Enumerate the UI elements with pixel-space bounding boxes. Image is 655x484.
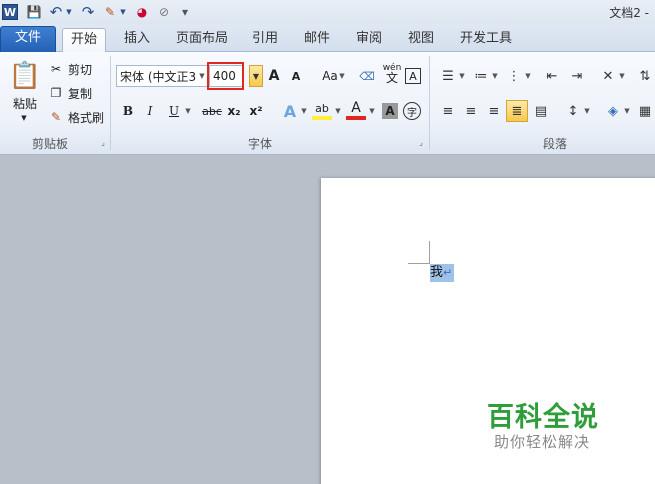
cut-label: 剪切 <box>68 62 93 77</box>
undo-icon[interactable]: ↶ <box>48 3 64 21</box>
highlight-annotation <box>207 62 244 90</box>
text-effects-icon[interactable]: A <box>280 100 300 122</box>
tab-mailings[interactable]: 邮件 <box>296 28 338 52</box>
italic-button[interactable]: I <box>140 100 160 122</box>
tab-insert[interactable]: 插入 <box>116 28 158 52</box>
window-title: 文档2 - <box>609 6 649 20</box>
customize-icon[interactable]: ▾ <box>180 3 190 21</box>
align-right-icon[interactable]: ≡ <box>483 100 505 122</box>
chinese-layout-dropdown-icon[interactable]: ▼ <box>618 65 626 87</box>
decrease-indent-icon[interactable]: ⇤ <box>541 65 563 87</box>
distributed-icon[interactable]: ▤ <box>530 100 552 122</box>
margin-corner-mark <box>408 263 430 264</box>
undo-dropdown-icon[interactable]: ▼ <box>65 3 73 21</box>
copy-label: 复制 <box>68 86 93 101</box>
line-spacing-dropdown-icon[interactable]: ▼ <box>583 100 591 122</box>
bullets-dropdown-icon[interactable]: ▼ <box>458 65 466 87</box>
clipboard-group-label: 剪贴板 <box>31 137 68 151</box>
text-effects-dropdown-icon[interactable]: ▼ <box>300 100 308 122</box>
document-text: 我 <box>430 265 444 280</box>
character-shading-icon[interactable]: A <box>382 103 398 119</box>
format-painter-icon[interactable]: ✎ <box>102 3 118 21</box>
scissors-icon: ✂ <box>50 62 62 76</box>
margin-corner-mark <box>429 241 430 263</box>
align-center-icon[interactable]: ≡ <box>460 100 482 122</box>
painter-dropdown-icon[interactable]: ▼ <box>119 3 127 21</box>
color-icon[interactable]: ◕ <box>134 3 150 21</box>
numbering-icon[interactable]: ≔ <box>470 65 492 87</box>
multilevel-dropdown-icon[interactable]: ▼ <box>524 65 532 87</box>
shrink-font-icon[interactable]: A <box>286 65 306 87</box>
ribbon-tabs: 文件 开始 插入 页面布局 引用 邮件 审阅 视图 开发工具 <box>0 24 655 53</box>
word-icon[interactable]: W <box>2 4 18 20</box>
font-size-dropdown-icon[interactable]: ▼ <box>249 65 263 87</box>
document-text-selection[interactable]: 我↵ <box>430 264 455 282</box>
font-name-dropdown-icon[interactable]: ▼ <box>198 65 206 87</box>
clipboard-launcher-icon[interactable]: ⌟ <box>98 138 108 148</box>
watermark-subtitle: 助你轻松解决 <box>494 433 591 451</box>
paste-button[interactable]: 粘贴 <box>8 94 42 112</box>
change-case-dropdown-icon[interactable]: ▼ <box>338 65 346 87</box>
phonetic-guide-icon[interactable]: wén 文 <box>382 62 402 84</box>
underline-dropdown-icon[interactable]: ▼ <box>184 100 192 122</box>
superscript-button[interactable]: x² <box>246 100 266 122</box>
paste-dropdown-icon[interactable]: ▼ <box>18 112 30 124</box>
subscript-button[interactable]: x₂ <box>224 100 244 122</box>
increase-indent-icon[interactable]: ⇥ <box>566 65 588 87</box>
sort-icon[interactable]: ⇅ <box>634 65 655 87</box>
tab-page-layout[interactable]: 页面布局 <box>168 28 236 52</box>
line-spacing-icon[interactable]: ↕ <box>562 100 584 122</box>
font-color-icon[interactable]: A <box>346 100 366 120</box>
clear-format-icon[interactable]: ⌫ <box>357 65 377 87</box>
tab-review[interactable]: 审阅 <box>348 28 390 52</box>
group-divider <box>429 56 430 150</box>
tab-home[interactable]: 开始 <box>62 28 107 53</box>
group-divider <box>110 56 111 150</box>
grow-font-icon[interactable]: A <box>264 65 284 87</box>
bold-button[interactable]: B <box>118 100 138 122</box>
redo-icon[interactable]: ↷ <box>80 3 96 21</box>
chinese-layout-icon[interactable]: ✕ <box>597 65 619 87</box>
highlight-color-icon[interactable]: ab <box>312 100 332 120</box>
watermark-title: 百科全说 <box>487 402 599 433</box>
title-bar: W 💾 ↶ ▼ ↷ ✎ ▼ ◕ ⊘ ▾ 文档2 - <box>0 0 655 24</box>
ribbon: 📋 粘贴 ▼ ✂ 剪切 ❐ 复制 ✎ 格式刷 剪贴板 ⌟ 宋体 (中文正3 ▼ … <box>0 52 655 155</box>
font-name-combo[interactable]: 宋体 (中文正3 <box>116 65 208 87</box>
enclose-character-icon[interactable]: 字 <box>403 102 421 120</box>
copy-button[interactable]: ❐ 复制 <box>48 82 92 104</box>
numbering-dropdown-icon[interactable]: ▼ <box>491 65 499 87</box>
bullets-icon[interactable]: ☰ <box>437 65 459 87</box>
align-left-icon[interactable]: ≡ <box>437 100 459 122</box>
character-border-icon[interactable]: A <box>405 68 421 84</box>
format-painter-label: 格式刷 <box>68 110 105 125</box>
shading-icon[interactable]: ◈ <box>602 100 624 122</box>
paragraph-mark: ↵ <box>443 266 453 279</box>
tab-references[interactable]: 引用 <box>244 28 286 52</box>
cut-button[interactable]: ✂ 剪切 <box>48 58 92 80</box>
highlight-dropdown-icon[interactable]: ▼ <box>334 100 342 122</box>
tab-view[interactable]: 视图 <box>400 28 442 52</box>
justify-icon[interactable]: ≣ <box>506 100 528 122</box>
paste-icon[interactable]: 📋 <box>8 58 42 94</box>
tab-developer[interactable]: 开发工具 <box>452 28 520 52</box>
shading-dropdown-icon[interactable]: ▼ <box>623 100 631 122</box>
brush-icon: ✎ <box>50 110 62 124</box>
format-painter-button[interactable]: ✎ 格式刷 <box>48 106 104 128</box>
save-icon[interactable]: 💾 <box>26 3 42 21</box>
clear-icon[interactable]: ⊘ <box>156 3 172 21</box>
multilevel-list-icon[interactable]: ⋮ <box>503 65 525 87</box>
document-page[interactable] <box>321 178 655 484</box>
tab-file[interactable]: 文件 <box>0 26 56 52</box>
paragraph-group-label: 段落 <box>542 137 567 151</box>
underline-button[interactable]: U <box>164 100 184 122</box>
font-color-dropdown-icon[interactable]: ▼ <box>368 100 376 122</box>
font-name-value: 宋体 (中文正3 <box>120 69 197 84</box>
borders-icon[interactable]: ▦ <box>634 100 655 122</box>
font-group-label: 字体 <box>247 137 272 151</box>
phonetic-char: 文 <box>385 71 398 85</box>
font-launcher-icon[interactable]: ⌟ <box>416 138 426 148</box>
strikethrough-button[interactable]: abc <box>200 100 224 122</box>
copy-icon: ❐ <box>50 86 62 100</box>
